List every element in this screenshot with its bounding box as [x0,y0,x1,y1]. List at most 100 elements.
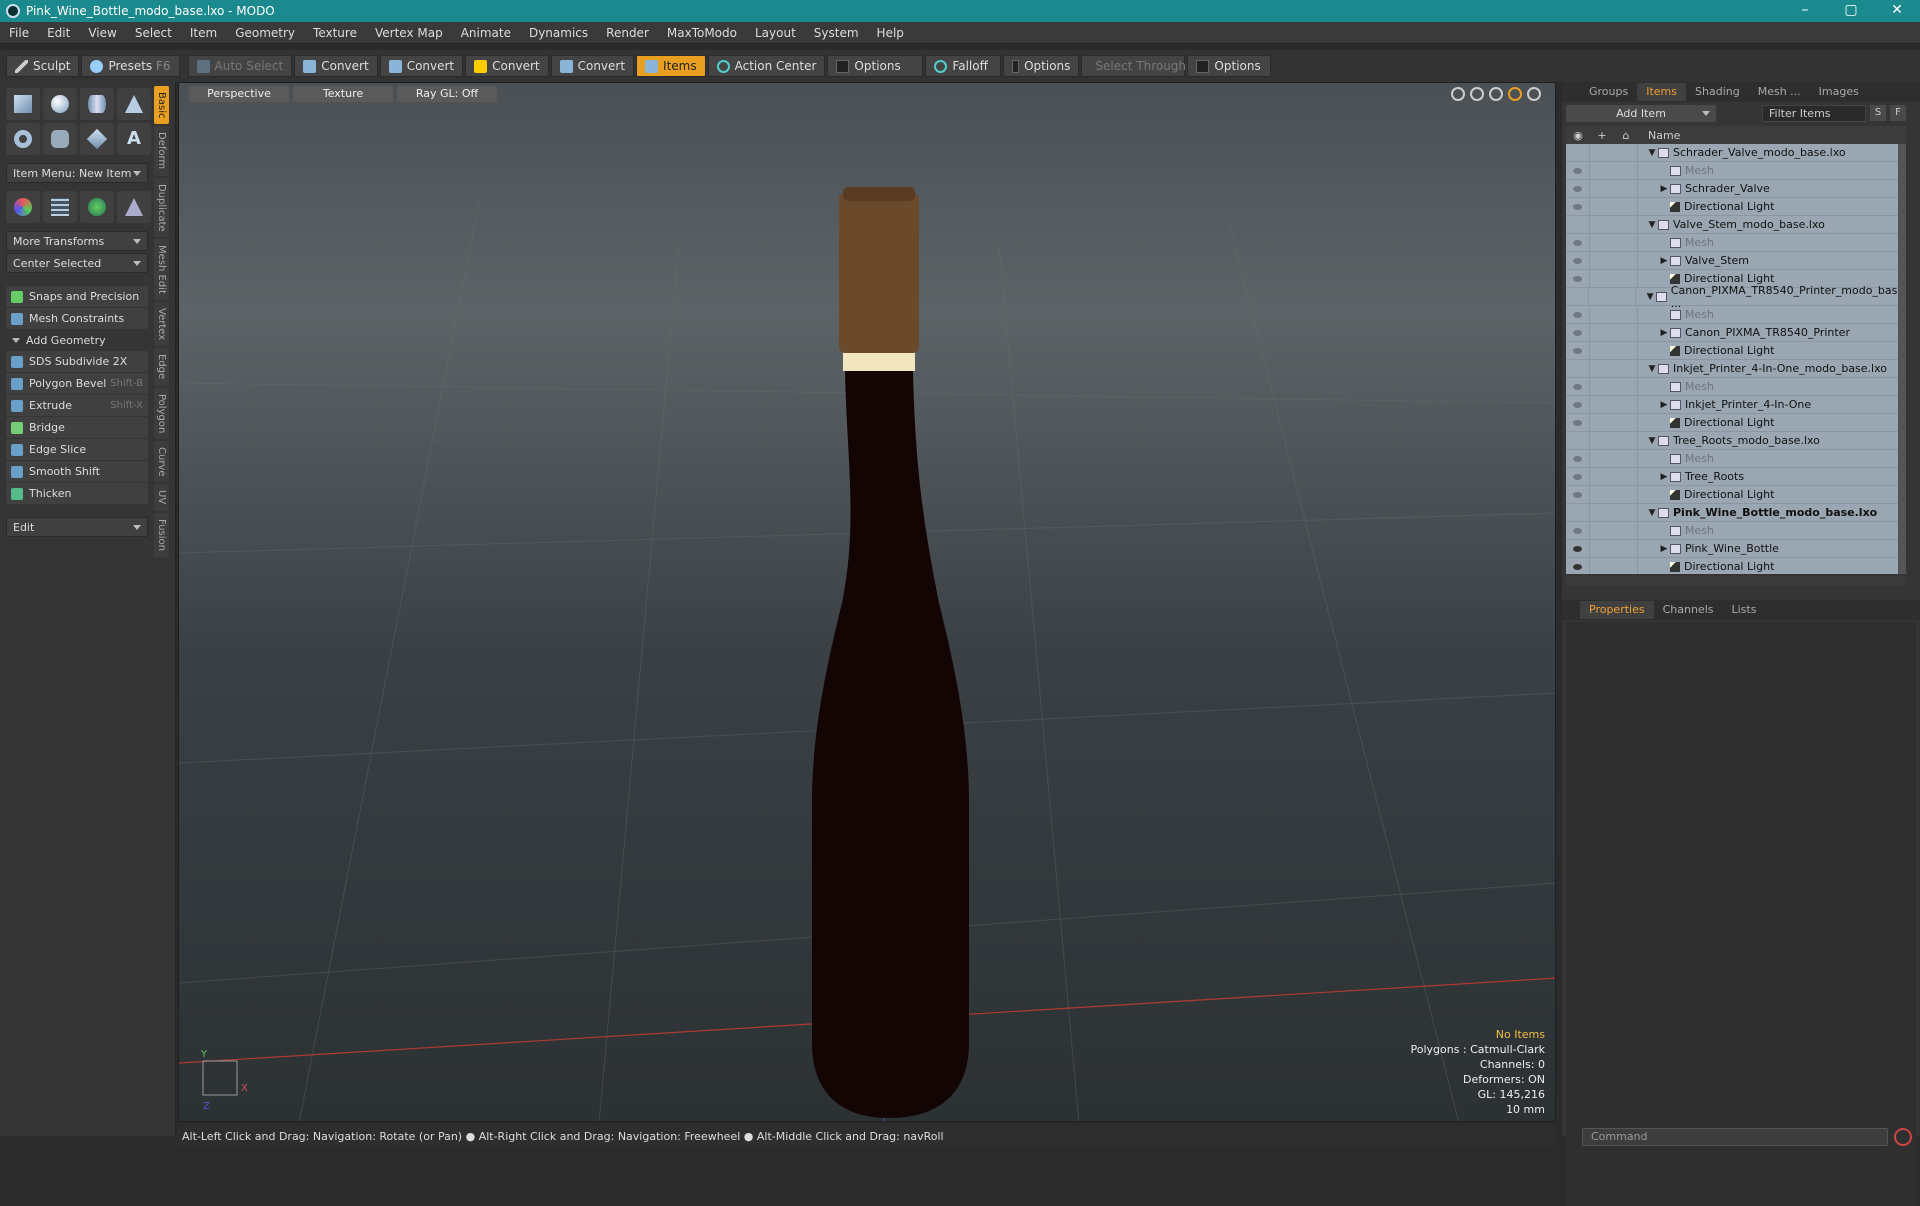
menu-geometry[interactable]: Geometry [226,26,304,40]
fit-icon[interactable] [1508,87,1522,101]
visibility-toggle[interactable] [1566,305,1590,324]
cylinder-primitive-button[interactable] [80,88,114,120]
items-mode-button[interactable]: Items [636,55,706,77]
auto-select-button[interactable]: Auto Select [187,55,293,77]
action-center-button[interactable]: Action Center [707,55,826,77]
visibility-toggle[interactable] [1566,485,1590,504]
visibility-toggle[interactable] [1566,341,1590,360]
menu-vertex-map[interactable]: Vertex Map [366,26,452,40]
tree-row[interactable]: Directional Light [1566,197,1906,216]
tab-edge[interactable]: Edge [154,348,169,386]
tab-shading[interactable]: Shading [1686,83,1749,101]
tree-row[interactable]: ▼ Inkjet_Printer_4-In-One_modo_base.lxo [1566,359,1906,378]
tab-polygon[interactable]: Polygon [154,387,169,439]
convert-materials-button[interactable]: Convert [550,55,635,77]
convert-polygons-button[interactable]: Convert [465,55,549,77]
menu-dynamics[interactable]: Dynamics [520,26,597,40]
polygon-bevel-button[interactable]: Polygon Bevel Shift-B [6,373,148,394]
tab-basic[interactable]: Basic [154,86,169,125]
tree-row[interactable]: ▶ Schrader_Valve [1566,179,1906,198]
extrude-button[interactable]: Extrude Shift-X [6,395,148,416]
tab-properties[interactable]: Properties [1580,601,1654,619]
tab-items[interactable]: Items [1637,83,1687,101]
sds-subdivide-button[interactable]: SDS Subdivide 2X [6,351,148,372]
expand-toggle-icon[interactable]: ▶ [1658,184,1670,194]
viewport-shading-tab[interactable]: Texture [293,86,393,102]
transform-button[interactable] [6,191,40,223]
expand-toggle-icon[interactable]: ▼ [1646,508,1658,518]
select-through-options-button[interactable]: Options [1187,55,1272,77]
edit-dropdown[interactable]: Edit [6,517,148,537]
tree-row[interactable]: ▼ Canon_PIXMA_TR8540_Printer_modo_bas ... [1566,284,1906,310]
visibility-toggle[interactable] [1566,161,1590,180]
tab-deform[interactable]: Deform [154,126,169,176]
pan-icon[interactable] [1451,87,1465,101]
zoom-icon[interactable] [1489,87,1503,101]
command-history-icon[interactable] [1894,1128,1912,1146]
expand-toggle-icon[interactable]: ▶ [1658,256,1670,266]
filter-items-input[interactable]: Filter Items [1762,104,1866,122]
tab-uv[interactable]: UV [154,484,169,511]
pyramid-button[interactable] [117,191,151,223]
expand-toggle-icon[interactable]: ▶ [1658,472,1670,482]
expand-toggle-icon[interactable]: ▶ [1658,544,1670,554]
convert-vertices-button[interactable]: Convert [294,55,378,77]
tree-row[interactable]: ▶ Valve_Stem [1566,251,1906,270]
sculpt-button[interactable]: Sculpt [6,55,80,77]
tree-row[interactable]: ▶ Inkjet_Printer_4-In-One [1566,395,1906,414]
visibility-toggle[interactable] [1566,449,1590,468]
visibility-toggle[interactable] [1566,179,1590,198]
visibility-toggle[interactable] [1566,215,1590,234]
smooth-shift-button[interactable]: Smooth Shift [6,461,148,482]
visibility-toggle[interactable] [1566,323,1590,342]
f-toggle-button[interactable]: F [1890,105,1906,121]
edge-slice-button[interactable]: Edge Slice [6,439,148,460]
tab-vertex[interactable]: Vertex [154,302,169,347]
menu-maxtomodo[interactable]: MaxToModo [658,26,746,40]
menu-item[interactable]: Item [181,26,226,40]
command-input[interactable]: Command [1582,1128,1888,1146]
visibility-toggle[interactable] [1566,377,1590,396]
tree-row[interactable]: Mesh [1566,233,1906,252]
tree-row[interactable]: ▶ Canon_PIXMA_TR8540_Printer [1566,323,1906,342]
pen-tool-button[interactable] [80,123,114,155]
viewport-raygl-tab[interactable]: Ray GL: Off [397,86,497,102]
menu-animate[interactable]: Animate [452,26,520,40]
capsule-primitive-button[interactable] [43,123,77,155]
visibility-toggle[interactable] [1566,287,1590,306]
tree-scrollbar[interactable] [1898,144,1906,574]
menu-render[interactable]: Render [597,26,658,40]
convert-edges-button[interactable]: Convert [379,55,464,77]
grid-button[interactable] [43,191,77,223]
visibility-toggle[interactable] [1566,539,1590,558]
torus-primitive-button[interactable] [6,123,40,155]
gear-icon[interactable] [1527,87,1541,101]
tab-mesh-edit[interactable]: Mesh Edit [154,239,169,301]
tree-row[interactable]: Directional Light [1566,341,1906,360]
visibility-toggle[interactable] [1566,251,1590,270]
visibility-toggle[interactable] [1566,521,1590,540]
tree-row[interactable]: Mesh [1566,449,1906,468]
minimize-button[interactable]: – [1782,0,1828,22]
menu-select[interactable]: Select [126,26,181,40]
tree-row[interactable]: ▼ Valve_Stem_modo_base.lxo [1566,215,1906,234]
visibility-toggle[interactable] [1566,557,1590,574]
menu-edit[interactable]: Edit [38,26,79,40]
globe-button[interactable] [80,191,114,223]
tab-mesh[interactable]: Mesh ... [1749,83,1810,101]
cube-primitive-button[interactable] [6,88,40,120]
menu-system[interactable]: System [805,26,868,40]
tree-row[interactable]: ▶ Pink_Wine_Bottle [1566,539,1906,558]
tree-row[interactable]: Mesh [1566,305,1906,324]
tree-row[interactable]: Directional Light [1566,413,1906,432]
menu-view[interactable]: View [79,26,125,40]
tree-row[interactable]: Mesh [1566,161,1906,180]
sphere-primitive-button[interactable] [43,88,77,120]
falloff-options-button[interactable]: Options [1003,55,1080,77]
tab-fusion[interactable]: Fusion [154,512,169,557]
close-button[interactable]: ✕ [1874,0,1920,22]
menu-texture[interactable]: Texture [304,26,366,40]
cone-primitive-button[interactable] [117,88,151,120]
tab-images[interactable]: Images [1810,83,1868,101]
tab-groups[interactable]: Groups [1580,83,1637,101]
